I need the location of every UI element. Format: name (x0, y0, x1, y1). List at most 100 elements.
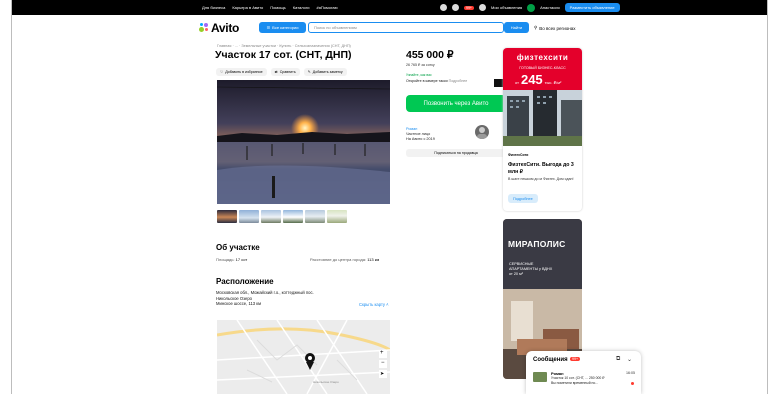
region-selector[interactable]: ⚲ Во всех регионах (534, 25, 575, 31)
add-note-label: Добавить заметку (312, 70, 343, 74)
price-per-unit: 26 765 ₽ за сотку (406, 63, 435, 67)
menu-icon: ☰ (266, 25, 271, 30)
thumbnail[interactable] (239, 210, 259, 223)
top-link-business[interactable]: Для бизнеса (202, 5, 225, 10)
logo-text: Avito (211, 21, 240, 35)
expand-icon[interactable]: ⧉ (616, 356, 620, 363)
message-item[interactable]: Роман 16:05 Участок 10 сот. (СНТ, ... 25… (533, 371, 635, 391)
compare-label: Сравнить (279, 70, 296, 74)
ad-brand-small: ФизтехСити (508, 153, 529, 157)
top-user-area: 99+ Мои объявления Анастасия Разместить … (440, 3, 620, 12)
ad-tagline: ГОТОВЫЙ БИЗНЕС-КЛАСС (519, 66, 566, 70)
subscribe-button[interactable]: Подписаться на продавца (406, 149, 506, 157)
listing-actions: ♡ Добавить в избранное ⇄ Сравнить ✎ Добавит… (216, 68, 347, 76)
search-input[interactable]: Поиск по объявлениям (308, 22, 504, 33)
page-title: Участок 17 сот. (СНТ, ДНП) (215, 49, 352, 61)
cart-badge: 99+ (464, 5, 474, 10)
thumbnail[interactable] (305, 210, 325, 223)
area-label: Площадь: (216, 257, 235, 262)
favorites-icon[interactable] (440, 4, 447, 11)
top-link-catalogs[interactable]: Каталоги (293, 5, 310, 10)
ad-title: ФизтехСити. Выгода до 3 млн ₽ (508, 162, 574, 175)
cart-icon[interactable] (478, 4, 486, 11)
ad-banner-fiztehsiti[interactable]: физтехсити ГОТОВЫЙ БИЗНЕС-КЛАСС от 245 т… (503, 48, 582, 211)
locate-icon[interactable]: ➤ (380, 370, 384, 378)
scan-more-link[interactable]: Подробнее (449, 79, 468, 83)
add-note-button[interactable]: ✎ Добавить заметку (303, 68, 347, 76)
location-pin-icon: ⚲ (534, 25, 538, 30)
map[interactable]: Никольское Озеро + − ➤ (217, 320, 390, 394)
ad2-line: АПАРТАМЕНТЫ у ВДНХ (509, 266, 553, 271)
ad-price-value: 245 (520, 72, 543, 87)
ad-price-prefix: от (515, 80, 519, 85)
area-value: 17 сот (235, 257, 248, 262)
search-button[interactable]: Найти (504, 22, 529, 33)
ad-price-suffix: тыс. ₽/м² (544, 80, 562, 85)
seller-avatar[interactable] (475, 125, 489, 139)
header: Avito ☰ Все категории Поиск по объявлени… (12, 15, 767, 41)
thumbnail[interactable] (217, 210, 237, 223)
messages-title: Сообщения (533, 357, 568, 363)
place-ad-button[interactable]: Разместить объявление (564, 3, 620, 12)
call-button[interactable]: Позвонить через Авито (406, 95, 506, 112)
thumbnail[interactable] (261, 210, 281, 223)
top-bar: Для бизнеса Карьера в Авито Помощь Катал… (12, 0, 767, 15)
seller-info: Роман Частное лицо На Авито с 2019 (406, 127, 435, 141)
top-link-help-tag[interactable]: #яПомогаю (317, 5, 338, 10)
photo-thumbnails (217, 210, 347, 223)
avito-logo[interactable]: Avito (199, 21, 239, 35)
distance-value: 113 км (367, 257, 380, 262)
main-photo[interactable] (217, 80, 390, 204)
address-line: Минское шоссе, 113 км (216, 301, 262, 307)
top-link-help[interactable]: Помощь (270, 5, 285, 10)
top-link-career[interactable]: Карьера в Авито (232, 5, 263, 10)
browser-viewport: Для бизнеса Карьера в Авито Помощь Катал… (11, 0, 768, 394)
ad-details-button[interactable]: Подробнее (508, 194, 538, 203)
my-ads-link[interactable]: Мои объявления (491, 5, 522, 10)
thumbnail[interactable] (283, 210, 303, 223)
zoom-out-button[interactable]: − (381, 359, 385, 367)
top-links: Для бизнеса Карьера в Авито Помощь Катал… (202, 5, 338, 10)
region-label: Во всех регионах (539, 25, 576, 31)
map-label: Никольское Озеро (313, 380, 339, 384)
ad-brand: физтехсити (516, 53, 569, 62)
compare-icon: ⇄ (274, 70, 278, 74)
breadcrumb[interactable]: Главная · ... · Земельные участки · Купи… (217, 44, 351, 48)
ad-price: от 245 тыс. ₽/м² (515, 72, 561, 87)
scan-row: Откройте в камере такси Подробнее (406, 79, 502, 83)
seller-since: На Авито с 2019 (406, 136, 435, 141)
user-name[interactable]: Анастасия (540, 5, 560, 10)
favorite-button[interactable]: ♡ Добавить в избранное (216, 68, 267, 76)
heart-icon: ♡ (220, 70, 224, 74)
logo-dots-icon (199, 23, 209, 33)
message-time: 16:05 (626, 371, 635, 375)
area-row: Площадь: 17 сот (216, 257, 247, 262)
about-heading: Об участке (216, 243, 260, 252)
ad2-line: от 20 м² (509, 271, 523, 276)
scan-text: Откройте в камере такси (406, 79, 448, 83)
hide-map-link[interactable]: Скрыть карту ˄ (359, 302, 389, 307)
ad2-text: СЕРВИСНЫЕ АПАРТАМЕНТЫ у ВДНХ от 20 м² (509, 262, 552, 276)
ad2-brand: МИРАПОЛИС (508, 239, 566, 249)
avatar[interactable] (527, 3, 536, 12)
scan-label: Узнайте, как вас (406, 73, 432, 77)
chevron-down-icon[interactable]: ⌄ (627, 356, 632, 363)
message-preview: Вы пометили временный но... (551, 381, 599, 385)
unread-dot (631, 382, 634, 385)
ad-building-image (503, 90, 582, 146)
distance-row: Расстояние до центра города: 113 км (310, 257, 379, 262)
note-icon: ✎ (307, 70, 311, 74)
messages-count-badge: 99+ (570, 357, 581, 361)
messages-widget[interactable]: Сообщения 99+ ⧉ ⌄ Роман 16:05 Участок 10… (526, 351, 641, 394)
thumbnail[interactable] (327, 210, 347, 223)
ad-header: физтехсити ГОТОВЫЙ БИЗНЕС-КЛАСС от 245 т… (503, 48, 582, 90)
zoom-in-button[interactable]: + (380, 349, 384, 357)
address: Московская обл., Можайский г.о., коттедж… (216, 290, 314, 307)
compare-button[interactable]: ⇄ Сравнить (270, 68, 300, 76)
notifications-icon[interactable] (452, 4, 459, 11)
categories-button[interactable]: ☰ Все категории (259, 22, 306, 33)
distance-label: Расстояние до центра города: (310, 257, 367, 262)
price: 455 000 ₽ (406, 49, 454, 61)
categories-label: Все категории (272, 25, 299, 30)
sunset-field-image (217, 80, 390, 204)
